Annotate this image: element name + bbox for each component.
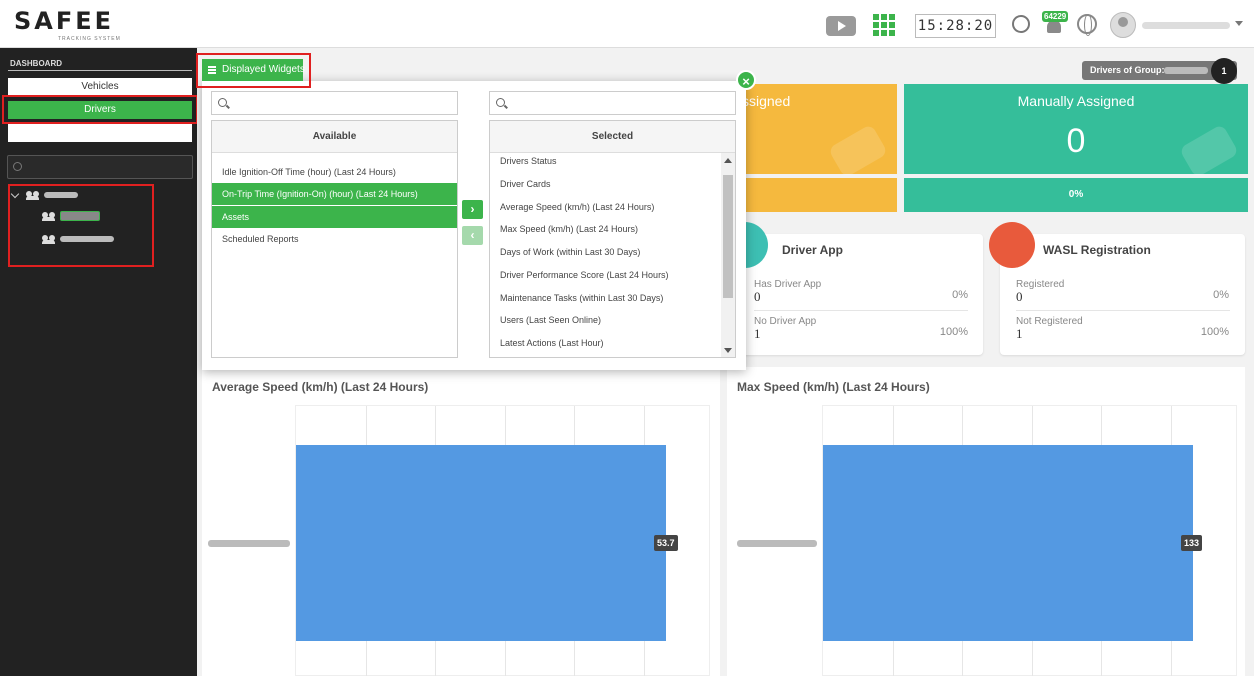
move-left-button[interactable]: ‹ xyxy=(462,226,483,245)
bar-value-label: 53.7 xyxy=(654,535,678,551)
annotation-highlight-drivers-tab xyxy=(2,95,198,124)
card-row-percent: 100% xyxy=(1200,326,1229,338)
selected-header: Selected xyxy=(490,121,735,153)
bar-value-label: 133 xyxy=(1181,535,1203,551)
chart-max-speed: Max Speed (km/h) (Last 24 Hours) 133 xyxy=(727,367,1245,676)
selected-item[interactable]: Average Speed (km/h) (Last 24 Hours) xyxy=(490,196,735,218)
selected-item[interactable]: Drivers Status xyxy=(490,150,735,172)
group-label: Drivers of Group: xyxy=(1090,65,1165,75)
card-divider xyxy=(754,310,968,311)
available-search-input[interactable] xyxy=(211,91,458,115)
card-divider xyxy=(1016,310,1230,311)
id-card-icon xyxy=(989,222,1035,268)
group-name xyxy=(1164,67,1208,74)
chevron-down-icon[interactable] xyxy=(1235,21,1243,26)
annotation-highlight-driver-tree xyxy=(8,184,154,267)
tab-vehicles[interactable]: Vehicles xyxy=(8,78,192,96)
displayed-widgets-modal: Available Idle Ignition-Off Time (hour) … xyxy=(202,81,746,370)
chart-bar[interactable] xyxy=(296,445,666,641)
user-name[interactable] xyxy=(1142,22,1230,29)
stat-percent: 0% xyxy=(904,178,1248,212)
scrollbar-thumb[interactable] xyxy=(723,175,733,298)
selected-list-scrollbar[interactable] xyxy=(721,153,735,357)
tab-blank[interactable] xyxy=(8,124,192,142)
sidebar-title: DASHBOARD xyxy=(10,59,62,68)
card-wasl-registration: WASL Registration Registered 0 0% Not Re… xyxy=(989,222,1245,355)
chart-average-speed: Average Speed (km/h) (Last 24 Hours) 53.… xyxy=(202,367,720,676)
chart-plot-area: 53.7 xyxy=(295,405,710,676)
card-title: Driver App xyxy=(782,243,843,257)
stat-label: Manually Assigned xyxy=(1017,93,1135,109)
app-root: SAFEE TRACKING SYSTEM 15:28:20 64229 DAS… xyxy=(0,0,1254,676)
category-label xyxy=(208,540,290,547)
available-item-highlighted[interactable]: Assets xyxy=(212,206,457,228)
close-icon[interactable]: × xyxy=(736,70,756,90)
scroll-down-arrow-icon[interactable] xyxy=(724,348,732,353)
selected-item[interactable]: Driver Performance Score (Last 24 Hours) xyxy=(490,264,735,286)
card-row-value: 0 xyxy=(754,289,761,304)
card-row-percent: 0% xyxy=(1213,289,1229,301)
logo-subtext: TRACKING SYSTEM xyxy=(58,36,121,42)
chart-title: Max Speed (km/h) (Last 24 Hours) xyxy=(737,380,930,394)
selected-item[interactable]: Latest Actions (Last Hour) xyxy=(490,332,735,354)
selected-list: Selected Drivers Status Driver Cards Ave… xyxy=(489,120,736,358)
card-row-label: Has Driver App xyxy=(754,279,822,290)
card-row-label: No Driver App xyxy=(754,316,817,327)
clock-display: 15:28:20 xyxy=(915,14,996,38)
sidebar: DASHBOARD Vehicles Drivers xyxy=(0,48,198,676)
move-right-button[interactable]: › xyxy=(462,200,483,219)
safee-logo[interactable]: SAFEE TRACKING SYSTEM xyxy=(14,7,120,44)
sidebar-search-input[interactable] xyxy=(7,155,193,179)
card-row-value: 0 xyxy=(1016,289,1023,304)
play-video-icon[interactable] xyxy=(826,16,856,36)
available-item-highlighted[interactable]: On-Trip Time (Ignition-On) (hour) (Last … xyxy=(212,183,457,205)
selected-item[interactable]: Driver Cards xyxy=(490,173,735,195)
chart-bar[interactable] xyxy=(823,445,1193,641)
selected-item[interactable]: Max Speed (km/h) (Last 24 Hours) xyxy=(490,218,735,240)
sidebar-divider xyxy=(8,70,192,71)
chart-plot-area: 133 xyxy=(822,405,1237,676)
annotation-highlight-widgets-button xyxy=(196,53,311,88)
card-driver-app: Driver App Has Driver App 0 0% No Driver… xyxy=(722,222,983,355)
scroll-up-arrow-icon[interactable] xyxy=(724,158,732,163)
search-icon xyxy=(13,162,22,171)
logo-text: SAFEE xyxy=(14,7,115,35)
user-avatar-icon[interactable] xyxy=(1110,12,1136,38)
globe-icon[interactable] xyxy=(1077,14,1097,36)
selected-item[interactable]: Days of Work (within Last 30 Days) xyxy=(490,241,735,263)
card-title: WASL Registration xyxy=(1043,243,1151,257)
selected-search-input[interactable] xyxy=(489,91,736,115)
selected-item[interactable]: Users (Last Seen Online) xyxy=(490,309,735,331)
card-row-percent: 0% xyxy=(952,289,968,301)
card-row-value: 1 xyxy=(1016,326,1023,341)
top-bar: SAFEE TRACKING SYSTEM 15:28:20 64229 xyxy=(0,0,1254,48)
available-item[interactable]: Scheduled Reports xyxy=(212,228,457,250)
notifications-button[interactable]: 64229 xyxy=(1042,11,1069,36)
available-item[interactable]: Idle Ignition-Off Time (hour) (Last 24 H… xyxy=(212,161,457,183)
search-icon xyxy=(218,98,227,107)
available-list: Available Idle Ignition-Off Time (hour) … xyxy=(211,120,458,358)
card-row-percent: 100% xyxy=(939,326,968,338)
chart-title: Average Speed (km/h) (Last 24 Hours) xyxy=(212,380,429,394)
apps-grid-icon[interactable] xyxy=(873,14,895,36)
group-count-badge: 1 xyxy=(1211,58,1237,84)
stat-card-auto-assigned: ssigned xyxy=(738,84,897,179)
phone-icon[interactable] xyxy=(1012,15,1030,33)
card-row-label: Registered xyxy=(1016,279,1065,290)
stat-card-manually-assigned: Manually Assigned 0 xyxy=(904,84,1248,179)
category-label xyxy=(737,540,817,547)
group-filter-pill[interactable]: Drivers of Group: 1 xyxy=(1082,58,1237,84)
card-row-label: Not Registered xyxy=(1016,316,1083,327)
search-icon xyxy=(496,98,505,107)
car-icon xyxy=(827,123,889,179)
available-header: Available xyxy=(212,121,457,153)
stat-label: ssigned xyxy=(742,93,791,109)
stat-card-auto-assigned-footer xyxy=(738,178,897,212)
card-row-value: 1 xyxy=(754,326,761,341)
selected-item[interactable]: Maintenance Tasks (within Last 30 Days) xyxy=(490,287,735,309)
notification-count-badge: 64229 xyxy=(1042,11,1069,22)
